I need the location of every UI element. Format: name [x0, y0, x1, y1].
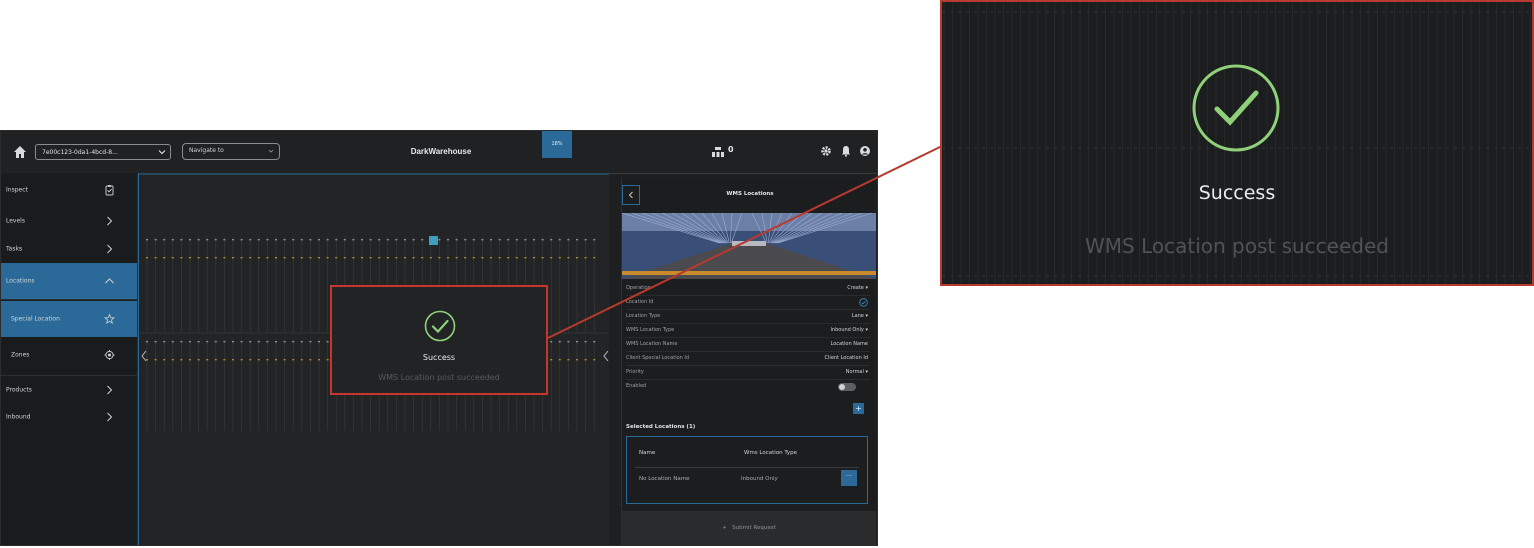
panel-title: WMS Locations: [726, 191, 774, 197]
table-cell-wms-location-type: Inbound Only: [741, 476, 778, 482]
back-button[interactable]: [622, 185, 640, 205]
wms-location-name-input[interactable]: Location Name: [831, 341, 869, 347]
top-bar: 7e00c123-0da1-4bcd-8... Navigate to Dark…: [1, 131, 877, 174]
field-label: WMS Location Type: [626, 327, 675, 333]
sidebar-item-products[interactable]: Products: [1, 375, 137, 405]
collapse-right-icon[interactable]: [601, 349, 609, 363]
chevron-down-icon: [158, 150, 166, 155]
toast-message: WMS Location post succeeded: [378, 373, 500, 382]
sidebar-item-locations[interactable]: Locations: [1, 263, 137, 299]
field-label: Operation: [626, 285, 651, 291]
sidebar-item-zones[interactable]: Zones: [1, 340, 137, 370]
sidebar-item-label: Inspect: [6, 186, 28, 194]
priority-select[interactable]: Normal ▾: [846, 369, 868, 375]
field-enabled[interactable]: Enabled: [626, 380, 870, 396]
sidebar-item-levels[interactable]: Levels: [1, 206, 137, 236]
field-value: Normal: [845, 369, 864, 375]
add-location-button[interactable]: +: [853, 403, 864, 414]
field-label: Client Special Location Id: [626, 355, 690, 361]
robot-fleet-icon: [712, 147, 724, 157]
success-check-icon: [424, 310, 456, 342]
warehouse-photo: [622, 213, 876, 279]
field-operation[interactable]: Operation Create ▾: [626, 282, 870, 296]
chevron-right-icon: [107, 216, 113, 226]
field-label: Location Id: [626, 299, 654, 305]
field-wms-location-type[interactable]: WMS Location Type Inbound Only ▾: [626, 324, 870, 338]
sidebar-item-label: Tasks: [6, 245, 23, 253]
field-client-special-location-id[interactable]: Client Special Location Id Client Locati…: [626, 352, 870, 366]
robot-counter[interactable]: 0: [712, 143, 742, 159]
location-type-select[interactable]: Lane ▾: [852, 313, 868, 319]
sidebar-item-special-location[interactable]: Special Location: [1, 301, 137, 337]
zoom-toast-title: Success: [1198, 182, 1276, 204]
sidebar: Inspect Levels Tasks Locations Special L…: [1, 173, 138, 545]
success-check-icon: [1192, 64, 1280, 152]
client-location-id-input[interactable]: Client Location Id: [825, 355, 868, 361]
field-value: Create: [847, 285, 864, 291]
field-label: Location Type: [626, 313, 661, 319]
success-toast: Success WMS Location post succeeded: [330, 285, 548, 395]
navigate-to-placeholder: Navigate to: [189, 147, 224, 154]
field-label: Enabled: [626, 383, 647, 389]
app-title: DarkWarehouse: [410, 147, 472, 156]
field-label: WMS Location Name: [626, 341, 678, 347]
sidebar-item-label: Inbound: [6, 413, 31, 421]
selected-locations-title: Selected Locations (1): [626, 424, 696, 430]
submit-request-label: Submit Request: [732, 525, 776, 531]
user-account-icon[interactable]: [859, 145, 871, 157]
wms-locations-panel: WMS Locations Operation Create ▾ Locatio…: [621, 178, 876, 545]
robot-counter-value: 0: [728, 145, 734, 154]
field-label: Priority: [626, 369, 644, 375]
table-cell-name: No Location Name: [639, 476, 690, 482]
sidebar-divider: [1, 299, 137, 300]
sidebar-item-label: Special Location: [11, 315, 60, 323]
chevron-right-icon: [107, 385, 113, 395]
submit-request-button[interactable]: + Submit Request: [622, 511, 876, 545]
field-priority[interactable]: Priority Normal ▾: [626, 366, 870, 380]
chevron-down-icon: [268, 149, 274, 153]
check-circle-icon: [859, 298, 868, 307]
column-header-name: Name: [639, 450, 656, 456]
toast-title: Success: [422, 353, 456, 362]
sidebar-item-inspect[interactable]: Inspect: [1, 175, 137, 205]
sidebar-item-inbound[interactable]: Inbound: [1, 402, 137, 432]
sidebar-item-tasks[interactable]: Tasks: [1, 234, 137, 264]
field-location-type[interactable]: Location Type Lane ▾: [626, 310, 870, 324]
column-header-wms-location-type: Wms Location Type: [744, 450, 798, 456]
selected-locations-table: Name Wms Location Type No Location Name …: [626, 436, 868, 504]
wms-location-type-select[interactable]: Inbound Only ▾: [830, 327, 868, 333]
table-header-divider: [635, 467, 859, 468]
sidebar-item-label: Levels: [6, 217, 25, 225]
zoom-toast-message: WMS Location post succeeded: [1085, 234, 1389, 258]
sidebar-item-label: Locations: [6, 277, 35, 285]
zoomed-toast-callout: Success WMS Location post succeeded: [940, 0, 1534, 286]
sidebar-item-label: Products: [6, 386, 32, 394]
target-icon: [104, 350, 115, 360]
chevron-right-icon: [107, 244, 113, 254]
bell-icon[interactable]: [840, 145, 852, 157]
collapse-left-icon[interactable]: [139, 349, 149, 363]
navigate-to-select[interactable]: Navigate to: [182, 143, 280, 160]
home-icon[interactable]: [13, 145, 27, 159]
chevron-left-icon: [628, 191, 633, 199]
sidebar-item-label: Zones: [11, 351, 30, 359]
field-value: Lane: [851, 313, 864, 319]
row-options-button[interactable]: ···: [841, 470, 857, 486]
chevron-right-icon: [107, 412, 113, 422]
operation-select[interactable]: Create ▾: [847, 285, 868, 291]
progress-badge: 18%: [542, 131, 572, 158]
warehouse-select-value: 7e00c123-0da1-4bcd-8...: [42, 149, 118, 156]
gear-icon[interactable]: [820, 145, 832, 157]
field-wms-location-name[interactable]: WMS Location Name Location Name: [626, 338, 870, 352]
warehouse-select[interactable]: 7e00c123-0da1-4bcd-8...: [35, 144, 171, 160]
star-icon: [104, 313, 115, 324]
field-location-id[interactable]: Location Id: [626, 296, 870, 310]
field-value: Inbound Only: [830, 327, 864, 333]
selected-location-marker: [429, 236, 438, 245]
enabled-toggle[interactable]: [838, 383, 856, 391]
clipboard-check-icon: [105, 185, 114, 196]
chevron-up-icon: [105, 278, 114, 284]
